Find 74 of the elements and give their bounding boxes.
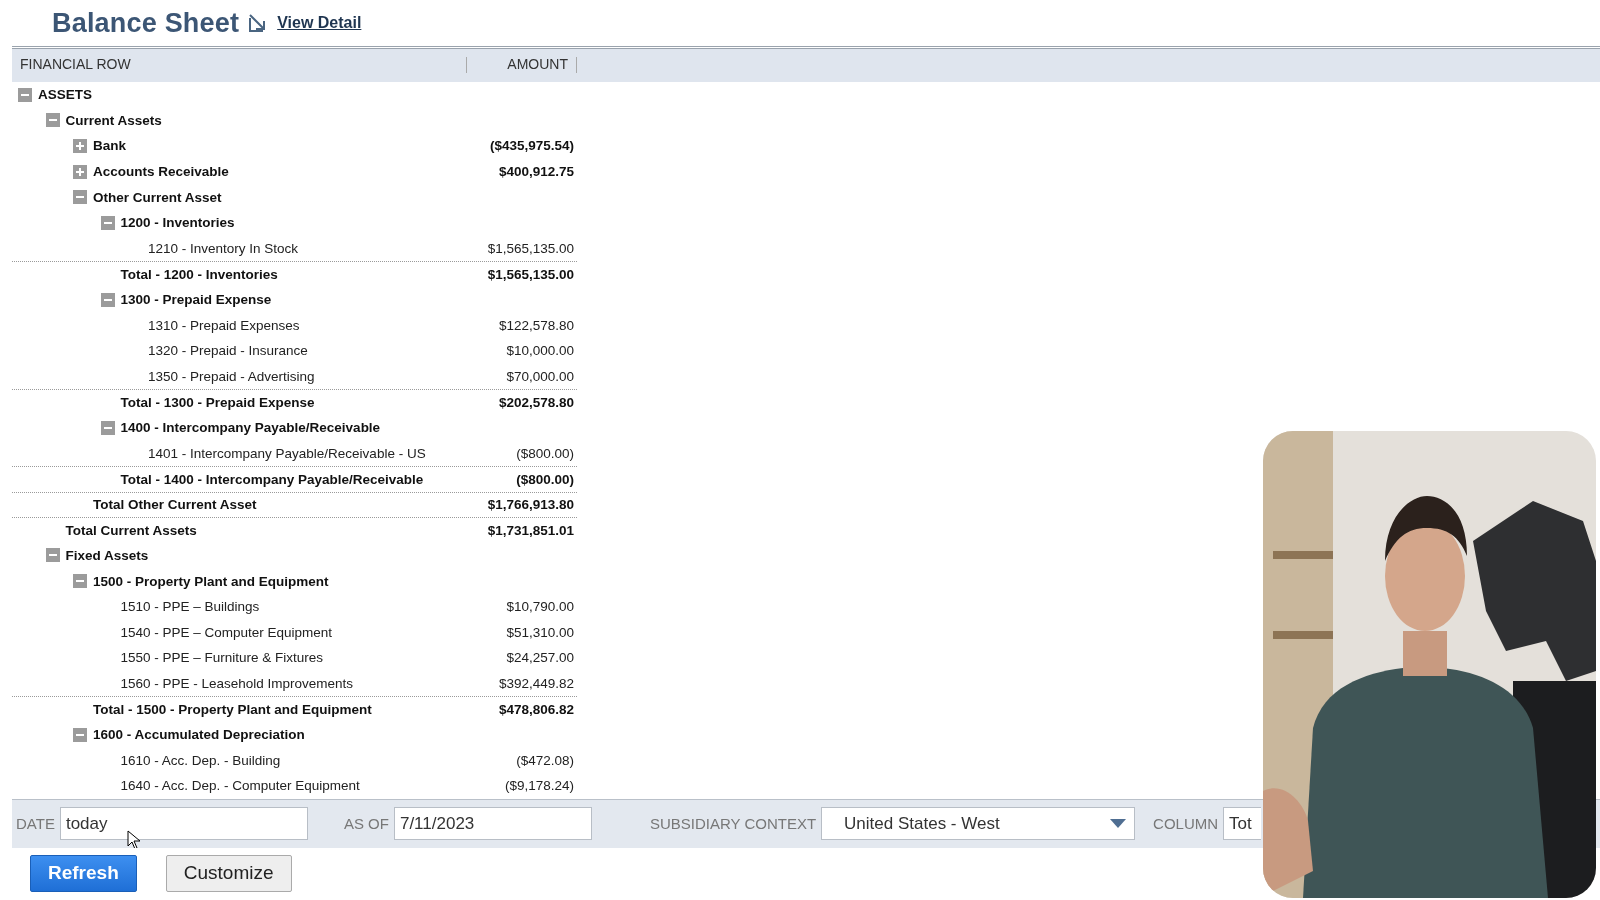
account-label: 1550 - PPE – Furniture & Fixtures	[120, 650, 324, 666]
collapse-icon[interactable]	[45, 548, 60, 563]
amount-cell: ($472.08)	[516, 752, 574, 768]
amount-cell: $392,449.82	[498, 675, 574, 691]
dropdown-field[interactable]: United States - West	[821, 807, 1136, 841]
collapse-icon[interactable]	[100, 420, 115, 435]
amount-cell: $202,578.80	[498, 394, 574, 410]
column-header: AMOUNT	[467, 57, 577, 73]
collapse-icon[interactable]	[73, 574, 87, 589]
amount-cell: ($800.00)	[516, 445, 574, 461]
collapse-icon[interactable]	[73, 190, 87, 205]
amount-cell: $1,565,135.00	[487, 240, 574, 256]
group-label: Fixed Assets	[65, 548, 149, 563]
group-label: 1600 - Accumulated Depreciation	[93, 727, 305, 743]
field-label: DATE	[16, 815, 55, 833]
collapse-icon[interactable]	[100, 292, 115, 307]
customize-button[interactable]: Customize	[165, 854, 292, 892]
caret-icon	[1110, 818, 1127, 829]
amount-cell: ($800.00)	[516, 471, 574, 487]
input-field[interactable]: today	[59, 807, 308, 841]
amount-cell: $24,257.00	[506, 650, 574, 666]
group-label: 1300 - Prepaid Expense	[120, 292, 272, 308]
group-label: 1500 - Property Plant and Equipment	[93, 573, 329, 589]
collapse-icon[interactable]	[45, 113, 60, 128]
total-label: Total - 1400 - Intercompany Payable/Receivable	[120, 471, 424, 487]
amount-cell: $51,310.00	[506, 624, 574, 640]
account-label: 1320 - Prepaid - Insurance	[148, 343, 308, 359]
amount-cell: $400,912.75	[498, 164, 574, 180]
refresh-button[interactable]: Refresh	[30, 854, 137, 892]
amount-cell: $1,565,135.00	[487, 266, 574, 282]
collapse-icon[interactable]	[100, 215, 115, 230]
amount-cell: ($435,975.54)	[489, 138, 574, 154]
account-label: 1560 - PPE - Leasehold Improvements	[120, 675, 354, 691]
account-label: 1510 - PPE – Buildings	[120, 599, 260, 615]
group-label: 1200 - Inventories	[120, 215, 235, 231]
field-label: AS OF	[343, 815, 389, 833]
group-label: Accounts Receivable	[93, 164, 229, 180]
total-label: Total - 1500 - Property Plant and Equipment	[93, 702, 372, 718]
account-label: 1540 - PPE – Computer Equipment	[120, 624, 333, 640]
collapse-icon[interactable]	[73, 727, 87, 742]
amount-cell: $1,731,851.01	[487, 522, 574, 538]
total-label: Total - 1300 - Prepaid Expense	[120, 394, 315, 410]
mouse-cursor-icon	[127, 829, 141, 848]
amount-cell: $70,000.00	[506, 368, 574, 384]
column-header: FINANCIAL ROW	[12, 57, 467, 73]
account-label: 1210 - Inventory In Stock	[148, 240, 299, 256]
amount-cell: $1,766,913.80	[487, 497, 574, 513]
account-label: 1640 - Acc. Dep. - Computer Equipment	[120, 778, 360, 794]
expand-icon[interactable]	[73, 139, 87, 153]
expand-icon[interactable]	[73, 164, 87, 179]
total-label: Total - 1200 - Inventories	[120, 266, 278, 282]
group-label: Other Current Asset	[93, 189, 222, 205]
account-label: 1610 - Acc. Dep. - Building	[120, 752, 281, 768]
amount-cell: $10,790.00	[506, 599, 574, 615]
total-label: Total Other Current Asset	[93, 497, 257, 513]
group-label: 1400 - Intercompany Payable/Receivable	[120, 420, 381, 435]
field-label: COLUMN	[1153, 815, 1219, 833]
account-label: 1310 - Prepaid Expenses	[148, 317, 300, 333]
field-label: SUBSIDIARY CONTEXT	[649, 815, 817, 833]
page-title: Balance Sheet	[52, 7, 240, 39]
account-label: 1401 - Intercompany Payable/Receivable - US	[148, 445, 426, 461]
amount-cell: $10,000.00	[506, 343, 574, 359]
group-label: Current Assets	[65, 112, 162, 128]
total-label: Total Current Assets	[65, 522, 197, 538]
amount-cell: ($9,178.24)	[504, 778, 574, 794]
amount-cell: $478,806.82	[498, 702, 574, 718]
group-label: ASSETS	[38, 87, 92, 103]
account-label: 1350 - Prepaid - Advertising	[148, 368, 315, 384]
input-field[interactable]: Tot	[1223, 807, 1262, 841]
group-label: Bank	[93, 138, 126, 154]
amount-cell: $122,578.80	[498, 317, 574, 333]
input-field[interactable]: 7/11/2023	[393, 807, 592, 841]
collapse-icon[interactable]	[18, 87, 32, 102]
view-detail-link[interactable]: View Detail	[277, 14, 362, 32]
